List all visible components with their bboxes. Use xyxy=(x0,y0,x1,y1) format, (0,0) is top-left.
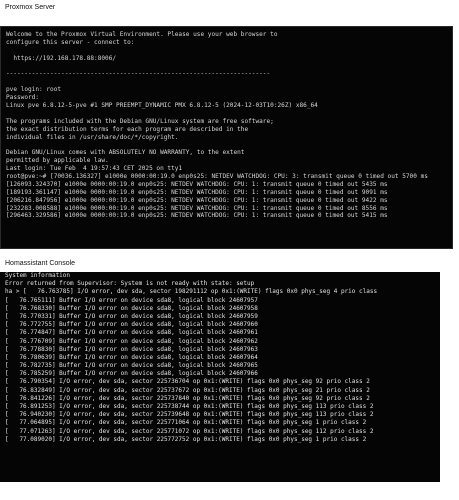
terminal-line: [ 76.785259] Buffer I/O error on device … xyxy=(5,370,258,378)
terminal-line: [296463.329586] e1000e 0000:00:19.0 enp0… xyxy=(6,212,388,220)
terminal-line: [126093.324370] e1000e 0000:00:19.0 enp0… xyxy=(6,180,388,188)
terminal-line: Last login: Tue Feb 4 19:57:43 CET 2025 … xyxy=(6,165,183,173)
terminal-line: permitted by applicable law. xyxy=(6,157,109,165)
terminal-line: [206216.847956] e1000e 0000:00:19.0 enp0… xyxy=(6,196,388,204)
terminal-line: Error returned from Supervisor: System i… xyxy=(5,280,255,288)
terminal-line: Welcome to the Proxmox Virtual Environme… xyxy=(6,31,278,38)
terminal-line: the exact distribution terms for each pr… xyxy=(6,125,249,133)
terminal-prompt-line: ha > [ 76.763785] I/O error, dev sda, se… xyxy=(5,288,378,296)
homeassistant-terminal[interactable]: System information Error returned from S… xyxy=(0,272,440,482)
terminal-line: [ 76.790354] I/O error, dev sda, sector … xyxy=(5,378,370,386)
terminal-line: [ 76.841226] I/O error, dev sda, sector … xyxy=(5,394,370,402)
proxmox-caption: Proxmox Server xyxy=(5,4,56,11)
terminal-line: [ 77.071263] I/O error, dev sda, sector … xyxy=(5,427,374,435)
proxmox-terminal-output: Welcome to the Proxmox Virtual Environme… xyxy=(6,31,428,220)
terminal-line: Linux pve 6.8.12-5-pve #1 SMP PREEMPT_DY… xyxy=(6,102,318,110)
terminal-line: [ 76.768330] Buffer I/O error on device … xyxy=(5,304,258,312)
terminal-line: System information xyxy=(5,272,71,279)
terminal-line: [ 76.782735] Buffer I/O error on device … xyxy=(5,362,258,370)
terminal-line: [ 76.765111] Buffer I/O error on device … xyxy=(5,296,258,304)
proxmox-terminal[interactable]: Welcome to the Proxmox Virtual Environme… xyxy=(0,26,453,249)
terminal-line: [ 76.776709] Buffer I/O error on device … xyxy=(5,337,258,345)
terminal-line: [ 76.780639] Buffer I/O error on device … xyxy=(5,353,258,361)
terminal-line: [189193.361147] e1000e 0000:00:19.0 enp0… xyxy=(6,188,388,196)
terminal-line: configure this server - connect to: xyxy=(6,38,135,46)
terminal-line: [ 76.770331] Buffer I/O error on device … xyxy=(5,312,258,320)
terminal-line: Debian GNU/Linux comes with ABSOLUTELY N… xyxy=(6,149,245,157)
terminal-line: [ 76.940230] I/O error, dev sda, sector … xyxy=(5,411,374,419)
homeassistant-terminal-output: System information Error returned from S… xyxy=(5,272,377,444)
terminal-line: root@pve:~# [70036.136327] e1000e 0000:0… xyxy=(6,173,428,181)
terminal-line: individual files in /usr/share/doc/*/cop… xyxy=(6,133,179,141)
terminal-line: [ 77.064895] I/O error, dev sda, sector … xyxy=(5,419,367,427)
terminal-line: [232283.008588] e1000e 0000:00:19.0 enp0… xyxy=(6,204,388,212)
homeassistant-caption: Homassistant Console xyxy=(5,260,76,267)
terminal-line: [ 76.891253] I/O error, dev sda, sector … xyxy=(5,403,374,410)
terminal-line: [ 77.089020] I/O error, dev sda, sector … xyxy=(5,435,367,443)
terminal-line: https://192.168.178.88:8006/ xyxy=(6,54,117,62)
terminal-line: [ 76.832849] I/O error, dev sda, sector … xyxy=(5,386,370,394)
terminal-line: pve login: root xyxy=(6,86,62,94)
terminal-line: Password: xyxy=(6,94,40,102)
terminal-line: [ 76.778830] Buffer I/O error on device … xyxy=(5,345,258,353)
terminal-line: The programs included with the Debian GN… xyxy=(6,117,274,125)
terminal-line: [ 76.774847] Buffer I/O error on device … xyxy=(5,329,258,337)
terminal-separator: ----------------------------------------… xyxy=(6,70,271,78)
terminal-line: [ 76.772755] Buffer I/O error on device … xyxy=(5,321,258,329)
